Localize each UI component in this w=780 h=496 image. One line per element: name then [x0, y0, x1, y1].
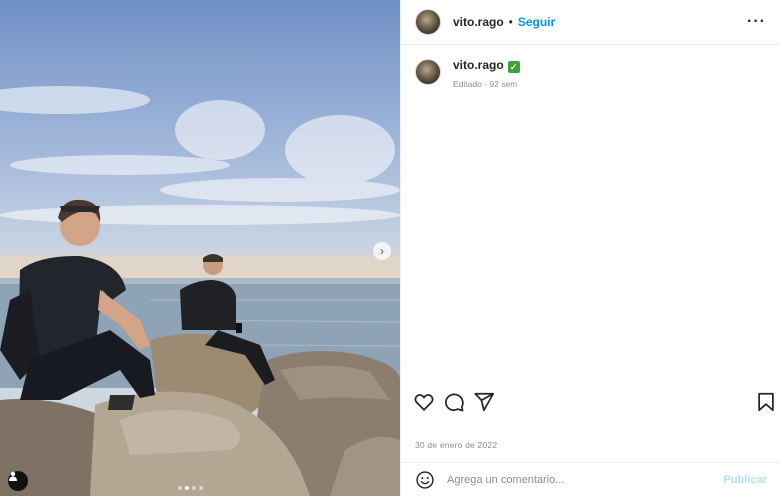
post-header: vito.rago • Seguir ··· — [401, 0, 780, 45]
check-emoji-icon: ✓ — [507, 61, 520, 73]
caption-meta: Editado · 92 sem — [453, 79, 518, 89]
caption-body: vito.rago ✓ Editado · 92 sem — [453, 58, 520, 89]
carousel-dot — [199, 486, 203, 490]
post-media[interactable]: › — [0, 0, 400, 496]
heart-icon[interactable] — [413, 391, 435, 413]
separator-dot: • — [508, 15, 513, 29]
comment-icon[interactable] — [443, 391, 465, 413]
tagged-users-button[interactable] — [8, 471, 28, 491]
publish-button[interactable]: Publicar — [724, 474, 767, 486]
carousel-indicator — [178, 486, 203, 490]
post-side-panel: vito.rago • Seguir ··· vito.rago ✓ Editad… — [400, 0, 780, 496]
post-caption: vito.rago ✓ Editado · 92 sem — [401, 45, 780, 102]
comment-input[interactable] — [447, 473, 716, 486]
carousel-dot — [178, 486, 182, 490]
username-link[interactable]: vito.rago — [453, 15, 504, 29]
chevron-right-icon: › — [380, 244, 384, 258]
action-bar — [401, 388, 780, 416]
carousel-dot-active — [185, 486, 189, 490]
user-tag-icon — [9, 471, 17, 481]
post-photo — [0, 86, 400, 496]
share-icon[interactable] — [473, 391, 495, 413]
carousel-dot — [192, 486, 196, 490]
avatar[interactable] — [415, 59, 441, 85]
more-options-icon[interactable]: ··· — [747, 13, 766, 31]
post-date: 30 de enero de 2022 — [415, 440, 498, 450]
username-link[interactable]: vito.rago — [453, 58, 504, 72]
carousel-next-button[interactable]: › — [373, 242, 391, 260]
caption-text: vito.rago ✓ — [453, 58, 520, 73]
avatar[interactable] — [415, 9, 441, 35]
comment-bar: Publicar — [401, 462, 780, 496]
emoji-icon[interactable] — [415, 470, 435, 490]
follow-button[interactable]: Seguir — [518, 15, 555, 29]
bookmark-icon[interactable] — [755, 391, 777, 413]
